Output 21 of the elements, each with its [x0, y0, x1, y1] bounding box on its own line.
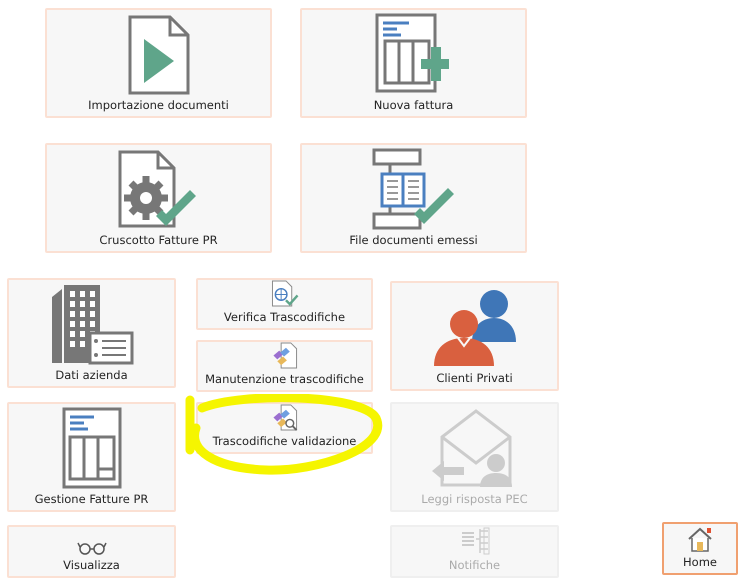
menu-tile[interactable]: Cruscotto Fatture PR	[45, 143, 272, 253]
tags-document-icon	[270, 342, 298, 369]
menu-tile[interactable]: Manutenzione trascodifiche	[196, 340, 373, 392]
menu-tile[interactable]: Dati azienda	[7, 278, 176, 388]
building-icon	[50, 283, 134, 365]
invoice-icon	[62, 407, 122, 489]
menu-tile[interactable]: Importazione documenti	[45, 8, 272, 118]
menu-tile[interactable]: Verifica Trascodifiche	[196, 278, 373, 330]
menu-tile[interactable]: Nuova fattura	[300, 8, 527, 118]
menu-tile[interactable]: File documenti emessi	[300, 143, 527, 253]
menu-tile[interactable]: Visualizza	[7, 525, 176, 578]
diagram-check-icon	[372, 148, 456, 230]
glasses-icon	[76, 541, 106, 555]
tags-magnifier-icon	[270, 404, 298, 431]
document-play-icon	[128, 15, 190, 95]
menu-tile[interactable]: Gestione Fatture PR	[7, 402, 176, 512]
menu-tile[interactable]: Clienti Privati	[390, 281, 559, 391]
document-globe-icon	[270, 280, 300, 307]
list-tree-icon	[460, 527, 490, 555]
house-icon	[686, 526, 714, 552]
home-button[interactable]: Home	[662, 522, 738, 575]
